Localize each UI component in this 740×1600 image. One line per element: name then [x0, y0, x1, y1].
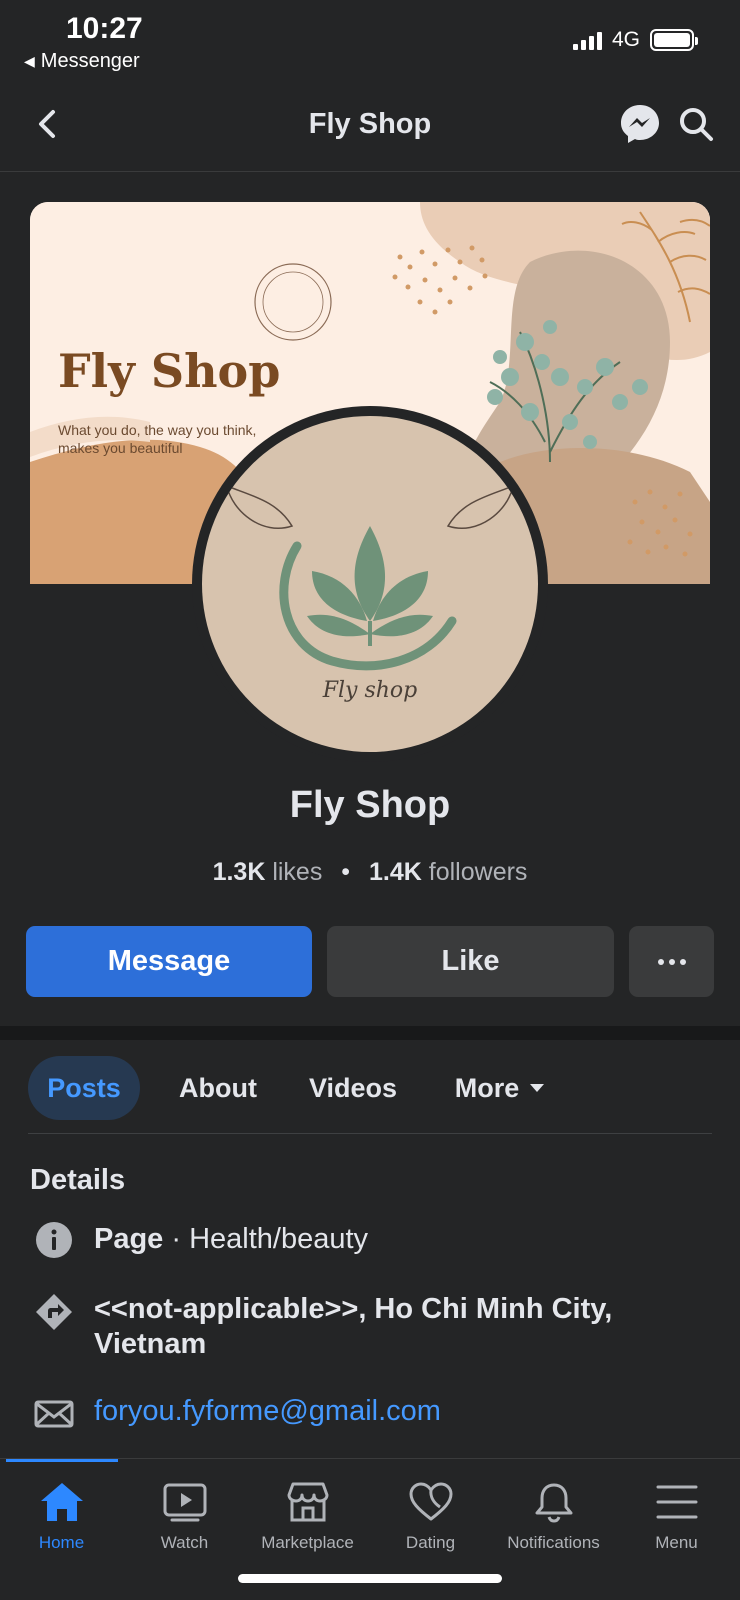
likes-count: 1.3K	[212, 858, 266, 886]
cover-title: Fly Shop	[58, 344, 281, 398]
nav-marketplace[interactable]: Marketplace	[246, 1481, 369, 1553]
nav-menu[interactable]: Menu	[615, 1481, 738, 1553]
search-icon[interactable]	[676, 104, 716, 144]
nav-notifications-label: Notifications	[507, 1533, 600, 1552]
detail-address-row[interactable]: <<not-applicable>>, Ho Chi Minh City, Vi…	[30, 1290, 710, 1370]
like-button[interactable]: Like	[327, 926, 614, 997]
status-time: 10:27	[66, 12, 143, 45]
dating-icon	[409, 1482, 452, 1521]
battery-icon	[650, 29, 698, 51]
page-name: Fly Shop	[289, 784, 451, 826]
details-heading: Details	[30, 1164, 126, 1196]
page-header: Fly Shop	[0, 82, 740, 172]
back-app-label: Messenger	[40, 50, 140, 72]
cover-tagline-line2: makes you beautiful	[58, 440, 183, 456]
bell-icon	[535, 1483, 572, 1523]
tab-posts[interactable]: Posts	[28, 1056, 140, 1120]
tab-more[interactable]: More	[440, 1056, 560, 1120]
directions-icon	[36, 1294, 72, 1330]
detail-category-row: Page · Health/beauty	[30, 1220, 710, 1260]
tab-about[interactable]: About	[168, 1056, 268, 1120]
watch-icon	[163, 1483, 206, 1522]
caret-down-icon	[530, 1084, 545, 1092]
tab-more-label: More	[454, 1072, 520, 1103]
nav-watch-label: Watch	[160, 1533, 209, 1552]
menu-icon	[656, 1485, 697, 1519]
back-triangle-icon: ◀	[24, 53, 35, 69]
cover-tagline-line1: What you do, the way you think,	[58, 422, 257, 438]
section-divider	[0, 1026, 740, 1040]
more-options-button[interactable]	[629, 926, 714, 997]
nav-watch[interactable]: Watch	[123, 1481, 246, 1553]
info-icon	[36, 1222, 72, 1258]
active-tab-indicator	[6, 1459, 118, 1462]
status-bar: 10:27 ◀ Messenger 4G	[0, 0, 740, 82]
avatar-script: Fly shop	[322, 678, 418, 703]
page-stats: 1.3K likes • 1.4K followers	[212, 858, 528, 886]
nav-dating[interactable]: Dating	[369, 1481, 492, 1553]
followers-count: 1.4K	[369, 858, 422, 886]
detail-address: <<not-applicable>>, Ho Chi Minh City, Vi…	[94, 1293, 613, 1360]
page-tabs: Posts About Videos More	[28, 1054, 712, 1134]
ellipsis-icon	[657, 958, 686, 965]
messenger-icon[interactable]	[618, 102, 662, 146]
detail-email-row[interactable]: foryou.fyforme@gmail.com	[30, 1392, 710, 1432]
category-value: · Health/beauty	[163, 1223, 369, 1255]
detail-category: Page · Health/beauty	[94, 1222, 710, 1257]
message-button[interactable]: Message	[26, 926, 312, 997]
nav-marketplace-label: Marketplace	[261, 1533, 354, 1552]
home-icon	[40, 1483, 83, 1521]
tab-videos[interactable]: Videos	[298, 1056, 408, 1120]
likes-label: likes	[272, 858, 323, 886]
email-link[interactable]: foryou.fyforme@gmail.com	[94, 1394, 710, 1429]
network-type: 4G	[611, 28, 640, 51]
email-icon	[34, 1400, 74, 1428]
profile-picture[interactable]: Fly shop	[192, 406, 548, 762]
nav-home[interactable]: Home	[0, 1481, 123, 1553]
home-indicator[interactable]	[238, 1574, 502, 1583]
category-prefix: Page	[94, 1223, 164, 1255]
nav-notifications[interactable]: Notifications	[492, 1481, 615, 1553]
marketplace-icon	[287, 1482, 328, 1522]
nav-home-label: Home	[38, 1533, 85, 1552]
nav-menu-label: Menu	[655, 1533, 698, 1552]
nav-dating-label: Dating	[405, 1533, 456, 1552]
signal-icon	[572, 30, 602, 50]
followers-label: followers	[428, 858, 528, 886]
back-to-app-link[interactable]: ◀ Messenger	[24, 50, 140, 73]
